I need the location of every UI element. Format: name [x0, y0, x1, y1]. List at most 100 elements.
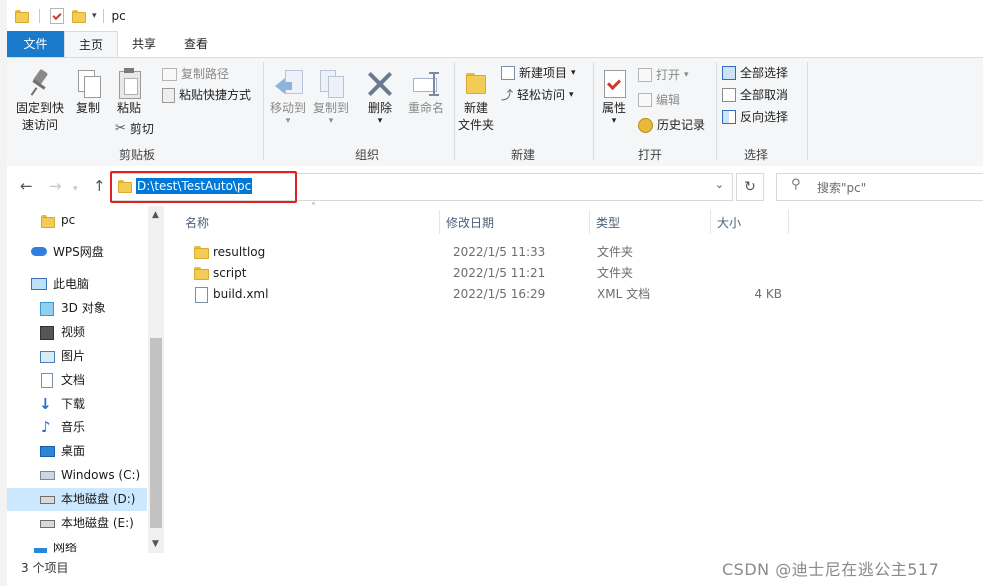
download-arrow-icon: ↓ — [39, 395, 52, 413]
copy-button[interactable]: 复制 — [69, 68, 107, 117]
scroll-down-icon[interactable]: ▼ — [152, 539, 159, 549]
column-header-name[interactable]: 名称 — [185, 212, 209, 234]
tab-file[interactable]: 文件 — [7, 31, 64, 57]
column-divider[interactable] — [788, 210, 789, 234]
cut-button[interactable]: ✂ 剪切 — [115, 119, 154, 139]
history-button[interactable]: 历史记录 — [638, 115, 705, 135]
nav-item-music[interactable]: ♪ 音乐 — [7, 416, 147, 439]
nav-item-3d-objects[interactable]: 3D 对象 — [7, 297, 147, 320]
search-input[interactable]: 搜索"pc" — [817, 179, 866, 196]
edit-button[interactable]: 编辑 — [638, 90, 680, 110]
select-none-icon — [722, 88, 736, 102]
refresh-button[interactable]: ↻ — [736, 173, 764, 201]
tab-home[interactable]: 主页 — [64, 31, 118, 59]
delete-button[interactable]: 删除 ▾ — [359, 68, 401, 126]
invert-selection-icon — [722, 110, 736, 124]
move-to-icon — [273, 68, 303, 100]
up-arrow-icon[interactable]: ↑ — [93, 177, 106, 195]
nav-item-drive-d[interactable]: 本地磁盘 (D:) — [7, 488, 147, 511]
column-divider[interactable] — [710, 210, 711, 234]
copy-path-icon — [162, 67, 177, 81]
properties-check-icon[interactable] — [50, 8, 64, 24]
paste-shortcut-icon — [162, 87, 175, 103]
column-header-type[interactable]: 类型 — [596, 212, 620, 234]
folder-icon — [15, 9, 29, 23]
search-box[interactable]: ⚲ 搜索"pc" — [776, 173, 983, 201]
column-divider[interactable] — [439, 210, 440, 234]
drive-icon — [40, 520, 55, 528]
tab-view[interactable]: 查看 — [171, 31, 221, 57]
new-item-button[interactable]: 新建项目 ▾ — [501, 63, 576, 83]
tab-share[interactable]: 共享 — [119, 31, 169, 57]
nav-item-desktop[interactable]: 桌面 — [7, 440, 147, 463]
file-date: 2022/1/5 11:33 — [453, 245, 546, 259]
invert-selection-button[interactable]: 反向选择 — [722, 107, 788, 127]
recent-locations-chevron-icon[interactable]: ▾ — [73, 180, 78, 198]
easy-access-button[interactable]: ⤴ 轻松访问 ▾ — [501, 85, 574, 105]
group-label-select: 选择 — [743, 148, 768, 162]
quick-access-toolbar: ▾ pc — [15, 7, 126, 25]
open-button[interactable]: 打开 ▾ — [638, 65, 689, 85]
ribbon-divider — [807, 62, 808, 160]
nav-item-drive-c[interactable]: Windows (C:) — [7, 464, 147, 487]
ribbon-divider — [716, 62, 717, 160]
nav-item-this-pc[interactable]: 此电脑 — [7, 273, 147, 296]
paste-shortcut-button[interactable]: 粘贴快捷方式 — [162, 85, 251, 105]
open-icon — [638, 68, 652, 82]
customize-quick-access-icon[interactable]: ▾ — [92, 11, 97, 21]
forward-arrow-icon[interactable]: → — [49, 177, 62, 195]
column-divider[interactable] — [589, 210, 590, 234]
ribbon-tabs: 文件 主页 共享 查看 — [7, 31, 983, 59]
scissors-icon: ✂ — [115, 121, 126, 136]
group-label-organize: 组织 — [354, 148, 379, 162]
file-type: 文件夹 — [597, 245, 634, 259]
folder-icon — [194, 266, 209, 280]
cube-icon — [40, 302, 54, 316]
move-to-button[interactable]: 移动到 ▾ — [267, 68, 309, 126]
nav-pane-scrollbar[interactable]: ▲ ▼ — [148, 206, 164, 553]
nav-item-network[interactable]: 网络 — [7, 543, 147, 553]
file-row[interactable]: resultlog 2022/1/5 11:33 文件夹 — [184, 242, 774, 263]
properties-button[interactable]: 属性 ▾ — [596, 68, 632, 126]
paste-button[interactable]: 粘贴 — [110, 68, 148, 117]
chevron-down-icon: ▾ — [571, 68, 576, 78]
ribbon-divider — [263, 62, 264, 160]
file-row[interactable]: build.xml 2022/1/5 16:29 XML 文档 4 KB — [184, 284, 782, 305]
nav-item-videos[interactable]: 视频 — [7, 321, 147, 344]
group-label-open: 打开 — [637, 148, 662, 162]
ribbon: 固定到快 速访问 复制 粘贴 复制路径 粘贴快捷方式 ✂ 剪切 剪贴板 移动到 … — [7, 57, 983, 167]
scrollbar-thumb[interactable] — [150, 338, 162, 528]
nav-item-pictures[interactable]: 图片 — [7, 345, 147, 368]
select-all-button[interactable]: 全部选择 — [722, 63, 788, 83]
desktop-icon — [40, 446, 55, 457]
select-none-button[interactable]: 全部取消 — [722, 85, 788, 105]
copy-to-icon — [316, 68, 346, 100]
file-name: script — [213, 266, 247, 280]
address-dropdown-chevron-icon[interactable]: ⌄ — [715, 178, 724, 191]
nav-item-drive-e[interactable]: 本地磁盘 (E:) — [7, 512, 147, 535]
back-arrow-icon[interactable]: ← — [20, 177, 33, 195]
copy-path-button[interactable]: 复制路径 — [162, 64, 229, 84]
scroll-up-icon[interactable]: ▲ — [152, 210, 159, 220]
nav-item-pc[interactable]: pc — [7, 209, 147, 232]
column-header-size[interactable]: 大小 — [717, 212, 741, 234]
window-title: pc — [111, 9, 126, 23]
monitor-icon — [31, 278, 47, 290]
group-label-clipboard: 剪贴板 — [118, 148, 155, 162]
nav-item-wps-cloud[interactable]: WPS网盘 — [7, 241, 147, 264]
title-bar: ▾ pc — [7, 0, 983, 31]
new-folder-quick-icon[interactable] — [72, 9, 86, 23]
picture-icon — [40, 351, 55, 363]
copy-to-button[interactable]: 复制到 ▾ — [310, 68, 352, 126]
file-row[interactable]: script 2022/1/5 11:21 文件夹 — [184, 263, 774, 284]
column-header-date[interactable]: 修改日期 — [446, 212, 494, 234]
file-name: resultlog — [213, 245, 266, 259]
ribbon-divider — [593, 62, 594, 160]
new-folder-button[interactable]: 新建 文件夹 — [457, 68, 495, 134]
select-all-icon — [722, 66, 736, 80]
nav-item-downloads[interactable]: ↓ 下载 — [7, 393, 147, 416]
rename-button[interactable]: 重命名 — [402, 68, 450, 117]
nav-item-documents[interactable]: 文档 — [7, 369, 147, 392]
pin-to-quick-access-button[interactable]: 固定到快 速访问 — [13, 68, 67, 134]
windows-drive-icon — [40, 471, 55, 480]
